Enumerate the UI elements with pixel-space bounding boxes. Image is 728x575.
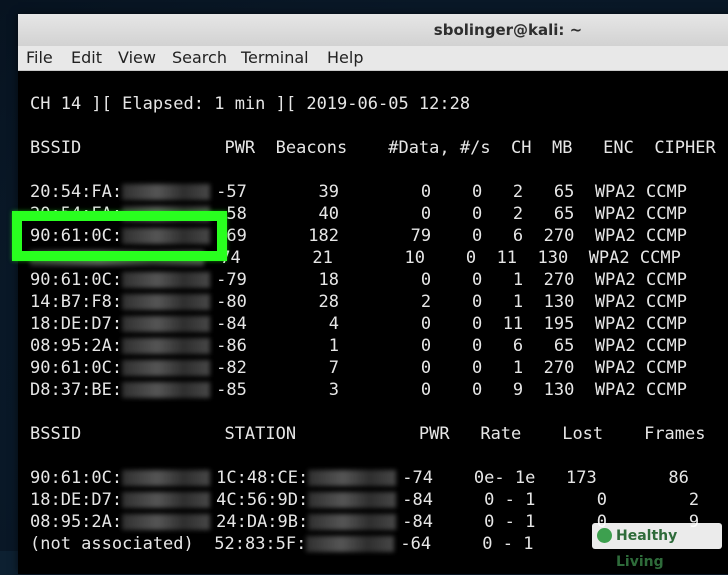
blurred-mac — [122, 294, 211, 310]
blurred-mac — [306, 536, 395, 552]
ap-table-header: BSSID PWR Beacons #Data, #/s CH MB ENC C… — [30, 138, 716, 158]
ap-row: 20:54:FA: -57 39 0 0 2 65 WPA2 CCMP — [30, 182, 687, 202]
ap-row: 18:DE:D7: -84 4 0 0 11 195 WPA2 CCMP — [30, 314, 687, 334]
blurred-mac — [122, 272, 211, 288]
blurred-mac — [122, 470, 211, 486]
menu-help[interactable]: Help — [327, 48, 363, 67]
blurred-mac — [122, 184, 211, 200]
blurred-mac — [122, 338, 211, 354]
ap-row: D8:37:BE: -85 3 0 0 9 130 WPA2 CCMP — [30, 380, 687, 400]
status-line: CH 14 ][ Elapsed: 1 min ][ 2019-06-05 12… — [30, 94, 471, 114]
ap-row: 08:95:2A: -86 1 0 0 6 65 WPA2 CCMP — [30, 336, 687, 356]
ap-row: 90:61:0C: -79 18 0 0 1 270 WPA2 CCMP — [30, 270, 687, 290]
blurred-mac — [122, 316, 211, 332]
menu-search[interactable]: Search — [172, 48, 227, 67]
title-bar[interactable]: sbolinger@kali: ~ — [18, 14, 728, 47]
menu-edit[interactable]: Edit — [71, 48, 102, 67]
blurred-mac — [122, 514, 211, 530]
blurred-mac — [308, 492, 397, 508]
menu-view[interactable]: View — [118, 48, 156, 67]
terminal-output[interactable]: CH 14 ][ Elapsed: 1 min ][ 2019-06-05 12… — [18, 71, 728, 574]
blurred-mac — [308, 514, 397, 530]
station-row: (not associated) 52:83:5F: -64 0 - 1 — [30, 534, 534, 554]
station-row: 18:DE:D7: 4C:56:9D: -84 0 - 1 0 2 — [30, 490, 700, 510]
blurred-mac — [122, 360, 211, 376]
window-title: sbolinger@kali: ~ — [433, 21, 583, 39]
station-table-header: BSSID STATION PWR Rate Lost Frames — [30, 424, 706, 444]
blurred-mac — [122, 492, 211, 508]
station-row: 90:61:0C: 1C:48:CE: -74 0e- 1e 173 86 — [30, 468, 689, 488]
menu-bar: File Edit View Search Terminal Help — [18, 46, 728, 71]
menu-terminal[interactable]: Terminal — [241, 48, 309, 67]
menu-file[interactable]: File — [26, 48, 53, 67]
ap-row: 90:61:0C: -82 7 0 0 1 270 WPA2 CCMP — [30, 358, 687, 378]
ap-row: 14:B7:F8: -80 28 2 0 1 130 WPA2 CCMP — [30, 292, 687, 312]
blurred-mac — [308, 470, 397, 486]
leaf-icon — [597, 528, 612, 543]
blurred-mac — [122, 382, 211, 398]
highlight-box — [12, 211, 227, 261]
watermark: Healthy Living — [592, 523, 722, 570]
terminal-window[interactable]: sbolinger@kali: ~ File Edit View Search … — [18, 14, 728, 574]
